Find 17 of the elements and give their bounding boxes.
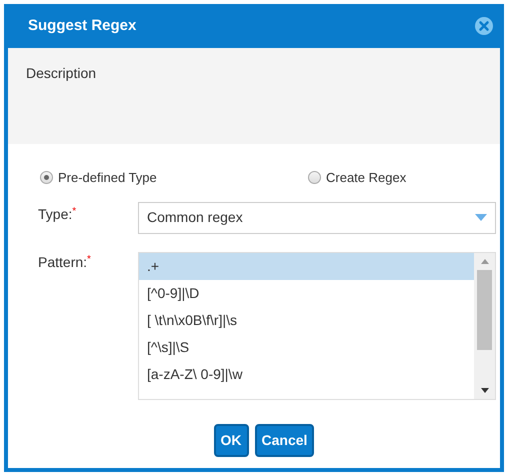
description-label: Description: [26, 65, 96, 81]
type-label: Type:*: [38, 206, 76, 222]
type-dropdown[interactable]: Common regex: [138, 202, 496, 234]
cancel-button[interactable]: Cancel: [254, 424, 314, 456]
caret-icon: [475, 214, 487, 221]
radio-option[interactable]: Pre-defined Type: [40, 168, 308, 188]
scroll-up-icon[interactable]: [480, 258, 488, 264]
close-icon[interactable]: [474, 16, 494, 36]
ok-button[interactable]: OK: [214, 424, 249, 456]
radio-button[interactable]: [40, 171, 53, 184]
pattern-label: Pattern:*: [38, 254, 91, 270]
scroll-down-icon[interactable]: [480, 388, 488, 392]
list-item[interactable]: .+: [139, 252, 474, 280]
radio-option[interactable]: Create Regex: [308, 168, 406, 188]
scrollbar[interactable]: [474, 252, 495, 398]
window-title: Suggest Regex: [28, 16, 136, 36]
radio-button[interactable]: [308, 171, 321, 184]
